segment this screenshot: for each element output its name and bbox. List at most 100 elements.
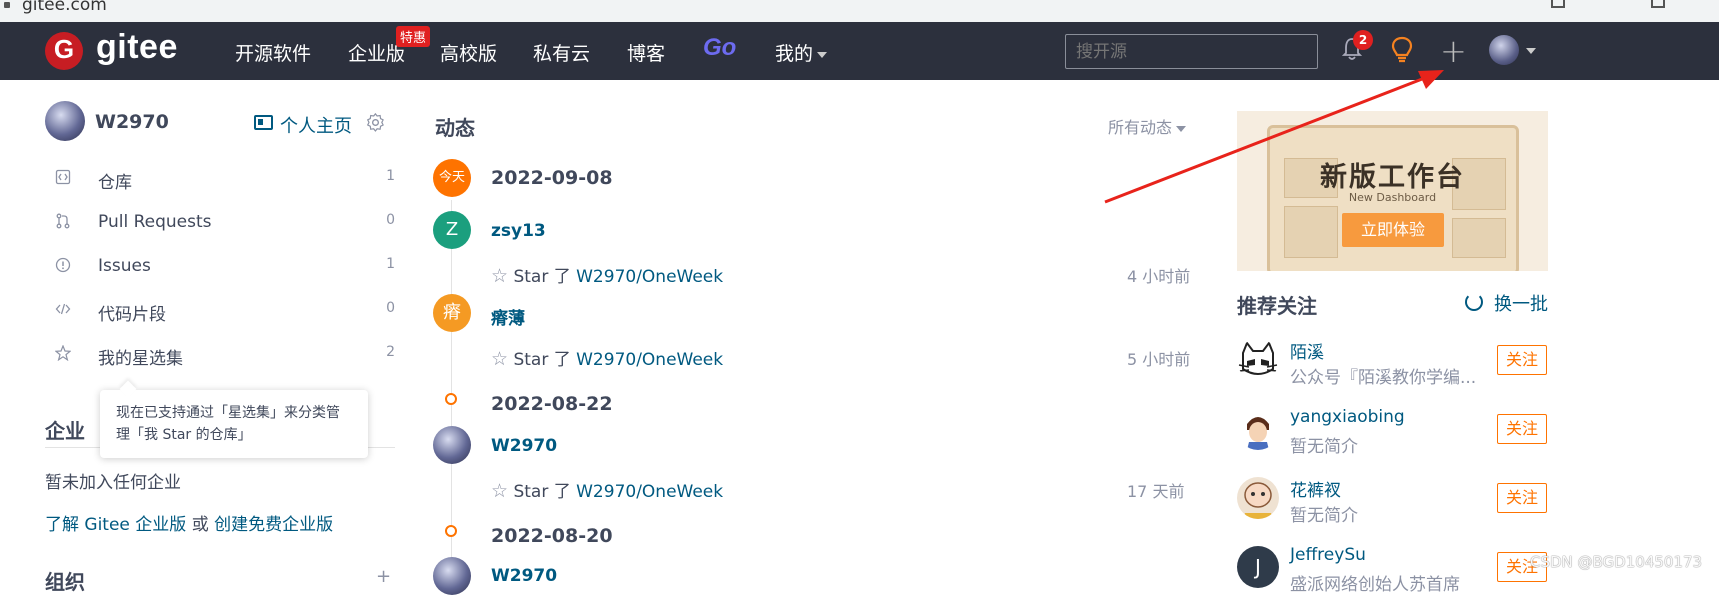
recommend-user-name[interactable]: 陌溪 [1290, 338, 1324, 363]
avatar-chevron-down-icon[interactable] [1526, 48, 1536, 54]
feed-verb: Star 了 [513, 350, 577, 370]
hot-badge: 特惠 [396, 26, 431, 47]
repository-icon [55, 169, 71, 185]
feed-action: ☆ Star 了 W2970/OneWeek [491, 477, 723, 502]
sidebar-item-pull-requests[interactable]: Pull Requests 0 [50, 209, 395, 239]
star-icon [55, 345, 71, 361]
or-text: 或 [186, 515, 215, 535]
nav-mine-label: 我的 [775, 43, 814, 65]
feed-date: 2022-08-22 [491, 393, 613, 415]
sidebar-item-count: 0 [386, 300, 395, 316]
sidebar-item-label: 我的星选集 [98, 349, 183, 369]
boy-avatar-icon [1247, 417, 1269, 450]
lightbulb-icon[interactable] [1391, 36, 1413, 64]
enterprise-links: 了解 Gitee 企业版 或 创建免费企业版 [45, 510, 333, 535]
gear-icon[interactable] [366, 113, 385, 132]
feed-user-avatar[interactable] [433, 557, 471, 595]
gitee-logo-icon[interactable]: G [45, 32, 83, 70]
recommend-user-avatar[interactable] [1237, 339, 1279, 381]
recommend-user-avatar[interactable]: J [1237, 546, 1279, 588]
follow-button[interactable]: 关注 [1497, 483, 1547, 513]
refresh-link[interactable]: 换一批 [1494, 290, 1548, 316]
code-icon [55, 303, 71, 315]
browser-address-bar[interactable]: gitee.com [0, 0, 1719, 22]
recommend-user-name[interactable]: 花裤衩 [1290, 476, 1341, 501]
sidebar-item-repositories[interactable]: 仓库 1 [50, 165, 395, 195]
window-icon[interactable] [1651, 0, 1665, 8]
feed-time: 4 小时前 [1127, 267, 1191, 286]
feed-user-name[interactable]: zsy13 [491, 221, 546, 241]
notification-badge: 2 [1353, 30, 1373, 50]
feed-repo-link[interactable]: W2970/OneWeek [576, 267, 723, 287]
chevron-down-icon [817, 51, 828, 58]
refresh-icon[interactable] [1465, 293, 1483, 311]
browser-url[interactable]: gitee.com [22, 0, 107, 15]
sidebar-item-label: Pull Requests [98, 212, 212, 232]
sidebar-item-label: 代码片段 [98, 305, 166, 325]
profile-username[interactable]: W2970 [95, 111, 169, 133]
share-icon[interactable] [1551, 0, 1565, 8]
nav-user-avatar[interactable] [1489, 35, 1519, 65]
feed-date: 2022-08-20 [491, 525, 613, 547]
red-arrow-annotation [1104, 70, 1444, 204]
cartoon-avatar-icon [1243, 482, 1273, 519]
sidebar-item-count: 1 [386, 168, 395, 184]
nav-open-source[interactable]: 开源软件 [235, 39, 311, 66]
feed-user-name[interactable]: 瘠薄 [491, 304, 525, 329]
nav-university[interactable]: 高校版 [440, 39, 497, 66]
cat-avatar-icon [1238, 340, 1278, 375]
star-outline-icon: ☆ [491, 348, 509, 370]
feed-user-name[interactable]: W2970 [491, 436, 557, 456]
feed-time: 5 小时前 [1127, 350, 1191, 369]
feed-user-avatar[interactable] [433, 426, 471, 464]
nav-private-cloud[interactable]: 私有云 [533, 39, 590, 66]
feed-action: ☆ Star 了 W2970/OneWeek [491, 345, 723, 370]
feed-verb: Star 了 [513, 267, 577, 287]
sidebar-item-snippets[interactable]: 代码片段 0 [50, 297, 395, 327]
nav-mine[interactable]: 我的 [775, 39, 828, 66]
top-nav: G gitee 开源软件 企业版 特惠 高校版 私有云 博客 Go 我的 2 + [0, 22, 1719, 80]
recommend-user-avatar[interactable] [1237, 477, 1279, 519]
create-enterprise-link[interactable]: 创建免费企业版 [214, 515, 333, 535]
timeline-dot [445, 393, 457, 405]
feed-time: 17 天前 [1127, 482, 1185, 501]
feed-verb: Star 了 [513, 482, 577, 502]
feed-user-avatar[interactable]: 瘠 [433, 294, 471, 332]
follow-button[interactable]: 关注 [1497, 414, 1547, 444]
sidebar-item-star-collections[interactable]: 我的星选集 2 [50, 341, 395, 371]
sidebar-item-label: 仓库 [98, 173, 132, 193]
follow-button[interactable]: 关注 [1497, 345, 1547, 375]
recommend-user-name[interactable]: yangxiaobing [1290, 407, 1405, 427]
feed-user-name[interactable]: W2970 [491, 566, 557, 586]
sidebar-item-count: 1 [386, 256, 395, 272]
nav-blog[interactable]: 博客 [627, 39, 665, 66]
timeline-line [451, 200, 452, 579]
feed-repo-link[interactable]: W2970/OneWeek [576, 482, 723, 502]
timeline-dot [445, 525, 457, 537]
sidebar-item-count: 0 [386, 212, 395, 228]
recommend-user-avatar[interactable] [1237, 408, 1279, 450]
recommend-user-name[interactable]: JeffreySu [1290, 545, 1366, 565]
star-outline-icon: ☆ [491, 480, 509, 502]
feed-user-avatar[interactable]: Z [433, 211, 471, 249]
issue-icon [55, 257, 71, 273]
profile-avatar[interactable] [45, 101, 85, 141]
feed-date: 2022-09-08 [491, 167, 613, 189]
feed-action: ☆ Star 了 W2970/OneWeek [491, 262, 723, 287]
nav-go[interactable]: Go [703, 34, 736, 62]
try-now-button[interactable]: 立即体验 [1342, 213, 1444, 247]
learn-enterprise-link[interactable]: 了解 Gitee 企业版 [45, 515, 186, 535]
add-organization-icon[interactable]: + [376, 566, 391, 587]
recommend-user-desc: 盛派网络创始人苏首席 [1290, 575, 1460, 595]
enterprise-empty-text: 暂未加入任何企业 [45, 473, 181, 493]
today-marker: 今天 [433, 159, 471, 197]
sidebar-item-issues[interactable]: Issues 1 [50, 253, 395, 283]
site-info-icon[interactable] [4, 2, 10, 8]
recommend-user-desc: 公众号『陌溪教你学编... [1290, 368, 1477, 388]
recommend-title: 推荐关注 [1237, 294, 1317, 318]
star-collection-tooltip: 现在已支持通过「星选集」来分类管理「我 Star 的仓库」 [100, 390, 368, 458]
gitee-logo-text[interactable]: gitee [96, 28, 178, 67]
profile-home-link[interactable]: 个人主页 [280, 112, 352, 138]
feed-repo-link[interactable]: W2970/OneWeek [576, 350, 723, 370]
csdn-watermark: CSDN @BGD10450173 [1530, 553, 1703, 571]
